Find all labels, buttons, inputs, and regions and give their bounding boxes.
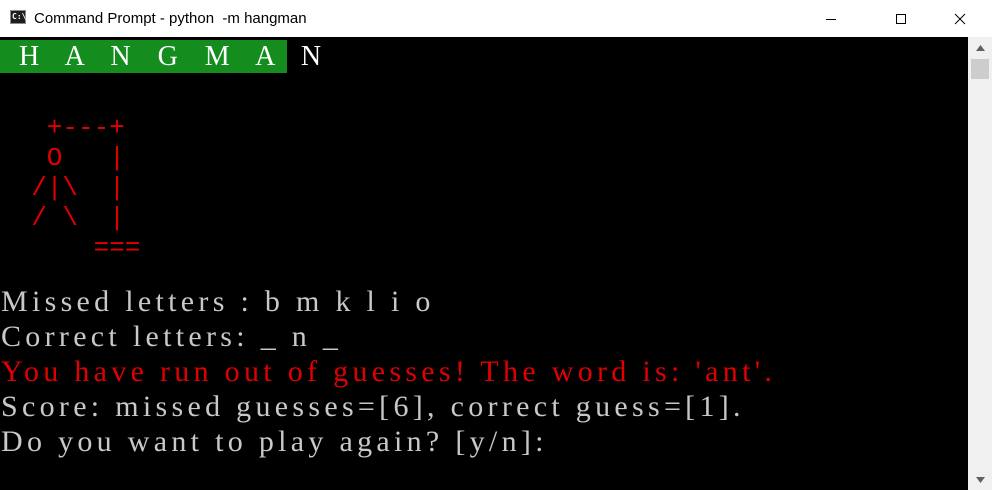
title-bar[interactable]: C:\ Command Prompt - python -m hangman [0, 0, 992, 37]
scroll-up-button[interactable] [968, 37, 992, 58]
maximize-button[interactable] [878, 0, 924, 37]
chevron-down-icon [975, 476, 985, 483]
scroll-down-button[interactable] [968, 469, 992, 490]
minimize-icon [826, 18, 836, 20]
banner-title: H A N G M A N [19, 41, 332, 72]
game-over-message: You have run out of guesses! The word is… [1, 355, 777, 388]
close-button[interactable] [937, 0, 983, 37]
maximize-icon [896, 13, 906, 24]
chevron-up-icon [975, 44, 985, 51]
play-again-prompt[interactable]: Do you want to play again? [y/n]: [1, 424, 548, 459]
minimize-button[interactable] [808, 0, 854, 37]
missed-letters-line: Missed letters : b m k l i o [1, 285, 435, 318]
window-title: Command Prompt - python -m hangman [34, 10, 307, 27]
vertical-scrollbar[interactable] [968, 37, 992, 490]
scroll-thumb[interactable] [971, 59, 989, 79]
hangman-drawing: +---+ O | /|\ | / \ | === [31, 113, 141, 263]
console-area[interactable]: H A N G M A N +---+ O | /|\ | / \ | === … [0, 37, 968, 490]
game-banner: H A N G M A N [0, 40, 321, 73]
close-icon [954, 13, 966, 24]
score-line: Score: missed guesses=[6], correct guess… [1, 390, 745, 423]
cmd-icon[interactable]: C:\ [10, 10, 26, 24]
correct-letters-line: Correct letters: _ n _ [1, 320, 343, 353]
